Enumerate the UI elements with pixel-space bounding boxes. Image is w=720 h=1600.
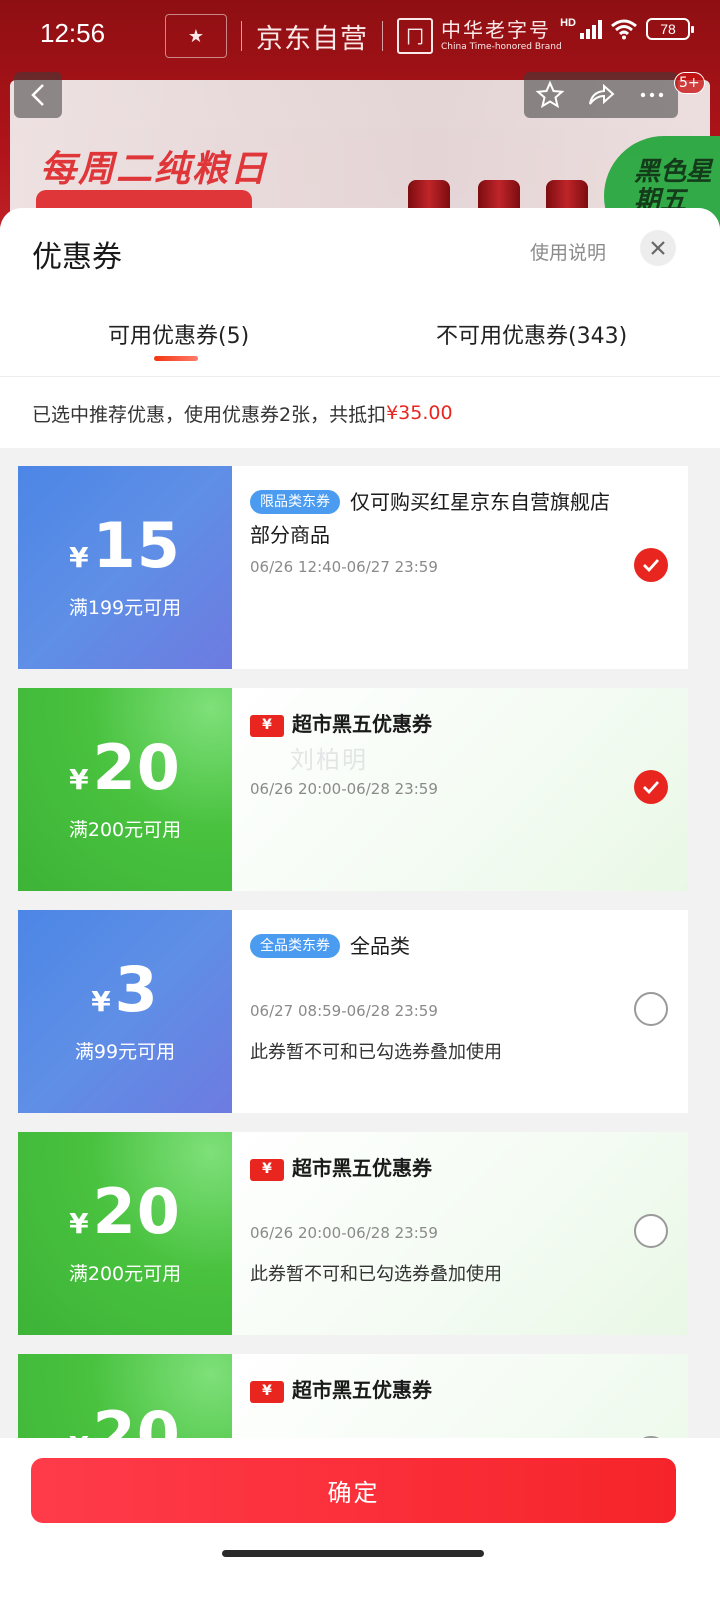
supermarket-tag-icon: ¥ xyxy=(250,1380,284,1403)
coupon-details: ¥ 超市黑五优惠券 刘柏明 06/26 20:00-06/28 23:59 xyxy=(232,688,688,891)
red-star-logo: ★ xyxy=(165,14,227,58)
brand-header: ★ 京东自营 冂 中华老字号 China Time-honored Brand xyxy=(165,14,562,58)
more-icon[interactable] xyxy=(637,80,667,110)
coupon-details: 限品类东券 仅可购买红星京东自营旗舰店 部分商品 06/26 12:40-06/2… xyxy=(232,466,688,669)
sheet-footer: 确定 xyxy=(0,1438,720,1600)
share-icon[interactable] xyxy=(586,80,616,110)
hd-indicator: HD xyxy=(560,17,576,29)
usage-instructions-link[interactable]: 使用说明 xyxy=(530,238,606,265)
coupon-sheet: 优惠券 使用说明 可用优惠券(5) 不可用优惠券(343) 已选中推荐优惠，使用… xyxy=(0,208,720,1600)
sheet-header: 优惠券 使用说明 可用优惠券(5) 不可用优惠券(343) xyxy=(0,208,720,378)
checkmark-icon xyxy=(643,559,660,572)
coupon-title: 超市黑五优惠券 xyxy=(292,1378,432,1402)
coupon-details: ¥ 超市黑五优惠券 06/26 20:00-06/28 23:59 此券暂不可和已… xyxy=(232,1132,688,1335)
coupon-condition: 满200元可用 xyxy=(68,819,182,841)
sheet-title: 优惠券 xyxy=(32,240,122,275)
coupon-title: 仅可购买红星京东自营旗舰店 xyxy=(350,490,610,514)
coupon-card[interactable]: ¥ 20 满200元可用 ¥ 超市黑五优惠券 刘柏明 06/26 20:00-06… xyxy=(18,688,688,891)
heritage-seal-icon: 冂 xyxy=(397,18,433,54)
coupon-card[interactable]: ¥ 15 满199元可用 限品类东券 仅可购买红星京东自营旗舰店 部分商品 06/… xyxy=(18,466,688,669)
battery-icon: 78 xyxy=(646,18,694,40)
confirm-button[interactable]: 确定 xyxy=(31,1458,676,1523)
status-time: 12:56 xyxy=(40,18,106,48)
jd-self-operated-label: 京东自营 xyxy=(256,23,368,55)
summary-amount: ¥35.00 xyxy=(386,402,453,424)
coupon-title-cont: 部分商品 xyxy=(250,523,330,547)
heritage-cn-label: 中华老字号 xyxy=(441,18,551,42)
coupon-condition: 满199元可用 xyxy=(68,597,182,619)
currency-symbol: ¥ xyxy=(91,985,111,1018)
banner-title: 每周二纯粮日 xyxy=(40,149,269,190)
coupon-value-panel: ¥ 20 满200元可用 xyxy=(18,1132,232,1335)
coupon-title: 全品类 xyxy=(350,934,410,958)
tab-available-coupons[interactable]: 可用优惠券(5) xyxy=(108,318,249,350)
coupon-validity: 06/26 12:40-06/27 23:59 xyxy=(250,558,438,576)
divider xyxy=(241,21,242,51)
tab-unavailable-coupons[interactable]: 不可用优惠券(343) xyxy=(436,318,627,350)
star-favorite-icon[interactable] xyxy=(535,80,565,110)
currency-symbol: ¥ xyxy=(69,763,89,796)
currency-symbol: ¥ xyxy=(69,541,89,574)
selection-summary: 已选中推荐优惠，使用优惠券2张，共抵扣 ¥35.00 xyxy=(0,378,720,448)
coupon-value-panel: ¥ 3 满99元可用 xyxy=(18,910,232,1113)
coupon-checkbox[interactable] xyxy=(634,1214,668,1248)
signal-icon xyxy=(580,19,602,39)
coupon-value-panel: ¥ 20 满200元可用 xyxy=(18,688,232,891)
coupon-list: ¥ 15 满199元可用 限品类东券 仅可购买红星京东自营旗舰店 部分商品 06/… xyxy=(18,466,688,1576)
coupon-condition: 满200元可用 xyxy=(68,1263,182,1285)
divider xyxy=(382,21,383,51)
message-count-badge: 5+ xyxy=(674,72,705,94)
coupon-type-tag: 全品类东券 xyxy=(250,934,340,958)
coupon-validity: 06/26 20:00-06/28 23:59 xyxy=(250,780,438,798)
status-bar: 12:56 ★ 京东自营 冂 中华老字号 China Time-honored … xyxy=(0,0,720,70)
coupon-card[interactable]: ¥ 20 满200元可用 ¥ 超市黑五优惠券 06/26 20:00-06/28 … xyxy=(18,1132,688,1335)
back-button[interactable] xyxy=(14,72,62,118)
coupon-value: 20 xyxy=(92,731,181,804)
supermarket-tag-icon: ¥ xyxy=(250,1158,284,1181)
coupon-checkbox[interactable] xyxy=(634,770,668,804)
close-icon xyxy=(651,241,665,255)
coupon-validity: 06/27 08:59-06/28 23:59 xyxy=(250,1002,438,1020)
coupon-details: 全品类东券 全品类 06/27 08:59-06/28 23:59 此券暂不可和已… xyxy=(232,910,688,1113)
coupon-checkbox[interactable] xyxy=(634,548,668,582)
watermark-text: 刘柏明 xyxy=(290,746,368,774)
coupon-title: 超市黑五优惠券 xyxy=(292,1156,432,1180)
checkmark-icon xyxy=(643,781,660,794)
time-honored-brand-logo: 冂 中华老字号 China Time-honored Brand xyxy=(397,18,562,54)
coupon-stacking-note: 此券暂不可和已勾选券叠加使用 xyxy=(250,1264,502,1285)
heritage-en-label: China Time-honored Brand xyxy=(441,42,562,52)
coupon-condition: 满99元可用 xyxy=(74,1041,176,1063)
coupon-checkbox[interactable] xyxy=(634,992,668,1026)
coupon-value-panel: ¥ 15 满199元可用 xyxy=(18,466,232,669)
coupon-stacking-note: 此券暂不可和已勾选券叠加使用 xyxy=(250,1042,502,1063)
summary-text: 已选中推荐优惠，使用优惠券2张，共抵扣 xyxy=(32,403,387,426)
currency-symbol: ¥ xyxy=(69,1207,89,1240)
coupon-value: 15 xyxy=(92,509,181,582)
coupon-title: 超市黑五优惠券 xyxy=(292,712,432,736)
coupon-value: 20 xyxy=(92,1175,181,1248)
active-tab-indicator xyxy=(154,356,198,361)
coupon-value: 3 xyxy=(114,953,159,1026)
wifi-icon xyxy=(611,19,637,40)
status-icons: HD 78 xyxy=(560,17,694,40)
home-indicator[interactable] xyxy=(222,1550,484,1557)
supermarket-tag-icon: ¥ xyxy=(250,714,284,737)
coupon-type-tag: 限品类东券 xyxy=(250,490,340,514)
coupon-card[interactable]: ¥ 3 满99元可用 全品类东券 全品类 06/27 08:59-06/28 23… xyxy=(18,910,688,1113)
divider xyxy=(0,376,720,377)
nav-actions xyxy=(524,72,678,118)
chevron-left-icon xyxy=(31,84,44,106)
coupon-validity: 06/26 20:00-06/28 23:59 xyxy=(250,1224,438,1242)
close-button[interactable] xyxy=(640,230,676,266)
